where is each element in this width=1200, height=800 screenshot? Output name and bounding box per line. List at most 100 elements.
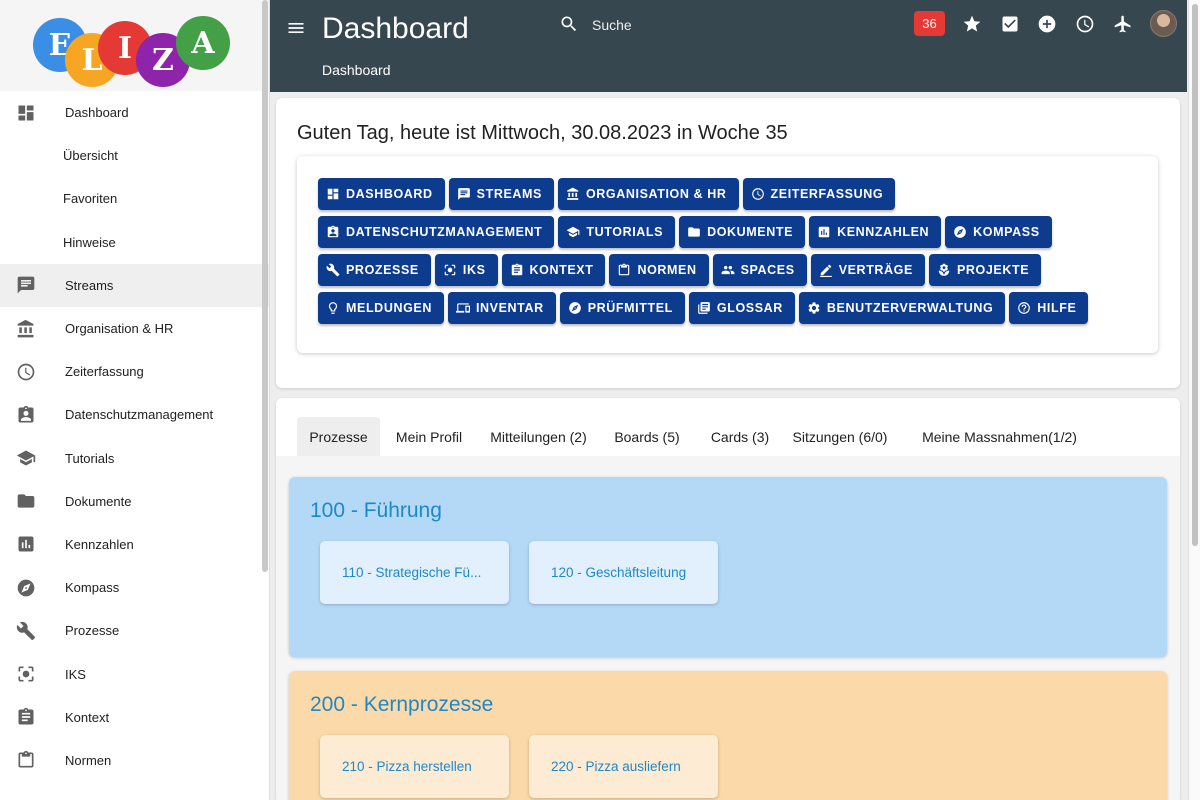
sidebar-item-prozesse[interactable]: Prozesse [0, 609, 269, 652]
page-title: Dashboard [322, 12, 469, 45]
button-label: BENUTZERVERWALTUNG [826, 301, 994, 315]
sidebar-item-label: Tutorials [65, 450, 115, 466]
kennzahlen-button[interactable]: KENNZAHLEN [809, 216, 942, 248]
search-icon[interactable] [559, 14, 579, 34]
sidebar-item-label: Kennzahlen [65, 536, 134, 552]
organisation-hr-button[interactable]: ORGANISATION & HR [557, 178, 739, 210]
star-icon[interactable] [962, 14, 982, 34]
quick-nav-buttons: DASHBOARD STREAMS ORGANISATION & HR ZEITERF… [318, 178, 1089, 330]
dashboard-button[interactable]: DASHBOARD [318, 178, 445, 210]
sprout-icon [937, 263, 951, 277]
button-label: DASHBOARD [346, 187, 433, 201]
tab-mein-profil[interactable]: Mein Profil [384, 417, 474, 456]
button-label: PRÜFMITTEL [587, 301, 673, 315]
process-group: 200 - Kernprozesse 210 - Pizza herstellen… [289, 671, 1167, 800]
main-scrollbar-thumb[interactable] [1192, 4, 1198, 546]
prozesse-button[interactable]: PROZESSE [318, 254, 431, 286]
main-scrollbar[interactable] [1188, 0, 1200, 800]
sidebar-item-label: Kontext [65, 709, 110, 725]
notification-badge[interactable]: 36 [914, 11, 945, 36]
sidebar: ELIZA Dashboard Übersicht Favoriten Hinweis… [0, 0, 270, 800]
vertraege-button[interactable]: VERTRÄGE [810, 254, 925, 286]
tab-sitzungen-6-0[interactable]: Sitzungen (6/0) [791, 417, 889, 456]
contact-badge-icon [326, 225, 340, 239]
sidebar-item-dashboard[interactable]: Dashboard [0, 91, 269, 134]
normen-button[interactable]: NORMEN [609, 254, 709, 286]
kompass-button[interactable]: KOMPASS [945, 216, 1052, 248]
streams-button[interactable]: STREAMS [448, 178, 554, 210]
button-label: STREAMS [476, 187, 542, 201]
projekte-button[interactable]: PROJEKTE [928, 254, 1042, 286]
sidebar-item-kennzahlen[interactable]: Kennzahlen [0, 523, 269, 566]
tab-mitteilungen-2[interactable]: Mitteilungen (2) [480, 417, 597, 456]
compass-icon [953, 225, 967, 239]
zeiterfassung-button[interactable]: ZEITERFASSUNG [742, 178, 896, 210]
sidebar-item-iks[interactable]: IKS [0, 652, 269, 695]
sidebar-item-favoriten[interactable]: Favoriten [0, 177, 269, 220]
sidebar-item-normen[interactable]: Normen [0, 739, 269, 782]
process-group-title[interactable]: 100 - Führung [310, 499, 442, 523]
pruefmittel-button[interactable]: PRÜFMITTEL [559, 292, 685, 324]
process-card[interactable]: 110 - Strategische Fü... [320, 541, 509, 604]
sidebar-item-label: Kompass [65, 580, 120, 596]
clipboard-outline-icon [0, 750, 65, 770]
quick-nav-panel: DASHBOARD STREAMS ORGANISATION & HR ZEITERF… [297, 156, 1158, 353]
hilfe-button[interactable]: HILFE [1009, 292, 1089, 324]
inventar-button[interactable]: INVENTAR [447, 292, 556, 324]
sidebar-item-dokumente[interactable]: Dokumente [0, 480, 269, 523]
sidebar-item-uebersicht[interactable]: Übersicht [0, 134, 269, 177]
dashboard-icon [326, 187, 340, 201]
sidebar-item-kontext[interactable]: Kontext [0, 696, 269, 739]
tutorials-button[interactable]: TUTORIALS [558, 216, 676, 248]
dokumente-button[interactable]: DOKUMENTE [679, 216, 806, 248]
button-label: GLOSSAR [716, 301, 783, 315]
tab-meine-massnahmen-1-2[interactable]: Meine Massnahmen(1/2) [918, 417, 1081, 456]
add-circle-icon[interactable] [1037, 14, 1057, 34]
search-input[interactable] [592, 12, 852, 38]
tab-cards-3[interactable]: Cards (3) [704, 417, 776, 456]
clock-icon [751, 187, 765, 201]
benutzerverwaltung-button[interactable]: BENUTZERVERWALTUNG [798, 292, 1006, 324]
eliza-logo[interactable]: ELIZA [0, 0, 269, 91]
clipboard-icon [0, 707, 65, 727]
avatar[interactable] [1150, 10, 1177, 37]
sidebar-item-label: Datenschutzmanagement [65, 407, 214, 423]
iks-button[interactable]: IKS [434, 254, 498, 286]
sidebar-item-kompass[interactable]: Kompass [0, 566, 269, 609]
checkbox-icon[interactable] [1000, 14, 1020, 34]
folder-icon [687, 225, 701, 239]
chat-icon [0, 275, 65, 295]
airplane-icon[interactable] [1113, 14, 1133, 34]
process-card[interactable]: 210 - Pizza herstellen [320, 735, 509, 798]
sidebar-item-streams[interactable]: Streams [0, 263, 269, 307]
glossar-button[interactable]: GLOSSAR [688, 292, 795, 324]
process-card[interactable]: 220 - Pizza ausliefern [529, 735, 718, 798]
spaces-button[interactable]: SPACES [712, 254, 807, 286]
top-app-bar: Dashboard Dashboard 36 [270, 0, 1187, 92]
sidebar-item-label: Übersicht [63, 148, 118, 164]
sidebar-item-zeiterfassung[interactable]: Zeiterfassung [0, 350, 269, 393]
sidebar-item-tutorials[interactable]: Tutorials [0, 437, 269, 480]
breadcrumb[interactable]: Dashboard [322, 62, 391, 78]
button-label: ZEITERFASSUNG [770, 187, 884, 201]
clock-icon[interactable] [1075, 14, 1095, 34]
meldungen-button[interactable]: MELDUNGEN [318, 292, 444, 324]
sidebar-item-datenschutzmanagement[interactable]: Datenschutzmanagement [0, 393, 269, 436]
process-card[interactable]: 120 - Geschäftsleitung [529, 541, 718, 604]
focus-icon [443, 263, 457, 277]
sidebar-scrollbar[interactable] [262, 0, 268, 572]
tabs-card: Prozesse Mein Profil Mitteilungen (2) Board… [276, 398, 1180, 800]
tab-boards-5[interactable]: Boards (5) [607, 417, 687, 456]
button-label: PROJEKTE [956, 263, 1030, 277]
wrench-icon [326, 263, 340, 277]
tab-prozesse[interactable]: Prozesse [297, 417, 380, 456]
sidebar-item-organisation-hr[interactable]: Organisation & HR [0, 307, 269, 350]
sidebar-item-label: IKS [65, 666, 86, 682]
datenschutzmanagement-button[interactable]: DATENSCHUTZMANAGEMENT [318, 216, 555, 248]
button-label: VERTRÄGE [838, 263, 913, 277]
hamburger-menu-icon[interactable] [286, 18, 306, 38]
sidebar-item-hinweise[interactable]: Hinweise [0, 221, 269, 264]
process-group-title[interactable]: 200 - Kernprozesse [310, 693, 493, 717]
kontext-button[interactable]: KONTEXT [501, 254, 606, 286]
sidebar-item-label: Hinweise [63, 234, 116, 250]
